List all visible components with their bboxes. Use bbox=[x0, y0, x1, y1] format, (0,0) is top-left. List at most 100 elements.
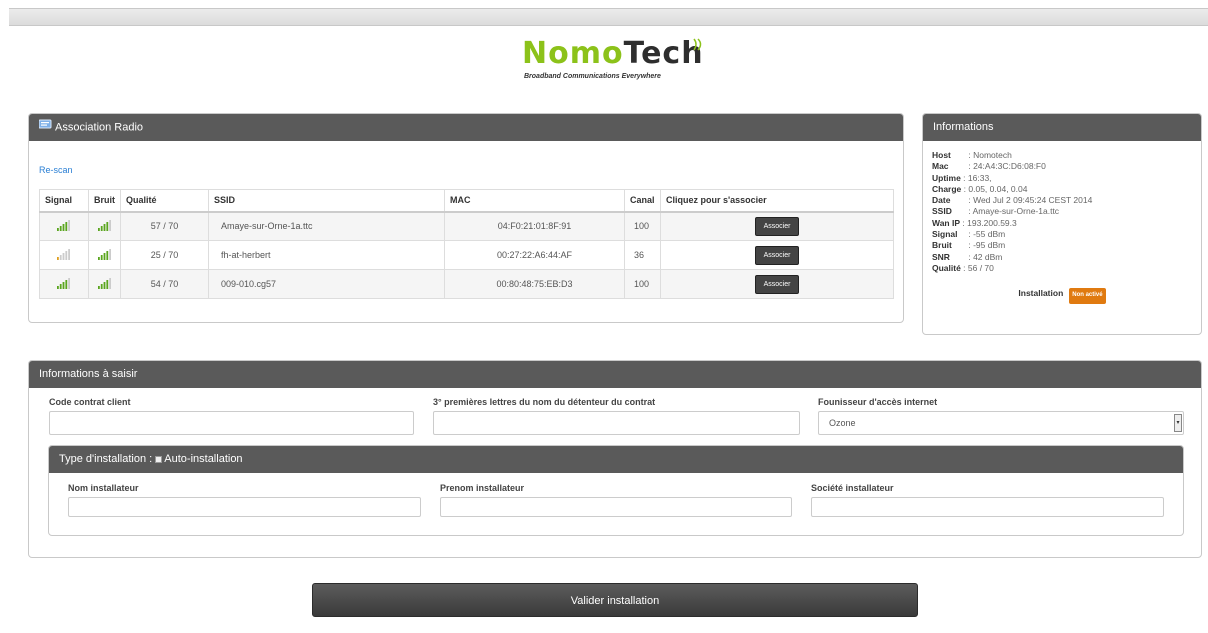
col-associate: Cliquez pour s'associer bbox=[660, 189, 894, 213]
signal-strength-icon bbox=[57, 220, 70, 232]
canal-cell: 36 bbox=[624, 240, 661, 270]
browser-toolbar bbox=[9, 8, 1208, 26]
info-row: Qualité : 56 / 70 bbox=[932, 263, 1192, 274]
wifi-wave-icon bbox=[693, 38, 702, 51]
informations-header: Informations bbox=[923, 114, 1201, 141]
info-key: Bruit bbox=[932, 240, 952, 251]
isp-select[interactable]: Ozone ▾ bbox=[818, 411, 1184, 435]
associate-cell: Associer bbox=[660, 269, 894, 299]
associate-button[interactable]: Associer bbox=[754, 274, 800, 294]
networks-table: Signal Bruit Qualité SSID MAC Canal Cliq… bbox=[39, 189, 894, 299]
signal-cell bbox=[39, 269, 89, 299]
col-qualite: Qualité bbox=[120, 189, 209, 213]
info-row: Date : Wed Jul 2 09:45:24 CEST 2014 bbox=[932, 195, 1192, 206]
ssid-cell: 009-010.cg57 bbox=[208, 269, 445, 299]
installation-status: Installation Non activé bbox=[932, 288, 1192, 304]
info-value: : 0.05, 0.04, 0.04 bbox=[961, 183, 1028, 194]
noise-cell bbox=[88, 211, 121, 241]
quality-cell: 57 / 70 bbox=[120, 211, 209, 241]
associate-button[interactable]: Associer bbox=[754, 245, 800, 265]
noise-level-icon bbox=[97, 220, 111, 232]
info-key: Host bbox=[932, 150, 951, 160]
info-value: : -95 dBm bbox=[966, 240, 1006, 251]
contract-code-label: Code contrat client bbox=[49, 397, 131, 407]
table-header-row: Signal Bruit Qualité SSID MAC Canal Cliq… bbox=[39, 189, 894, 213]
info-row: SSID : Amaye-sur-Orne-1a.ttc bbox=[932, 206, 1192, 217]
installer-company-label: Société installateur bbox=[811, 483, 894, 493]
info-value: : 56 / 70 bbox=[960, 262, 994, 273]
installer-firstname-label: Prenom installateur bbox=[440, 483, 525, 493]
auto-install-label: Auto-installation bbox=[164, 453, 243, 465]
info-key: Date bbox=[932, 195, 951, 206]
install-type-header: Type d'installation : Auto-installation bbox=[49, 446, 1183, 473]
ssid-cell: Amaye-sur-Orne-1a.ttc bbox=[208, 211, 445, 241]
contract-code-input[interactable] bbox=[49, 411, 414, 435]
installer-lastname-label: Nom installateur bbox=[68, 483, 139, 493]
info-row: Charge : 0.05, 0.04, 0.04 bbox=[932, 184, 1192, 195]
info-key: Uptime bbox=[932, 172, 961, 183]
holder-letters-input[interactable] bbox=[433, 411, 800, 435]
col-mac: MAC bbox=[444, 189, 625, 213]
rescan-link[interactable]: Re-scan bbox=[39, 165, 73, 175]
installer-lastname-input[interactable] bbox=[68, 497, 421, 517]
isp-label: Founisseur d'accès internet bbox=[818, 397, 938, 407]
info-value: : Amaye-sur-Orne-1a.ttc bbox=[966, 206, 1060, 217]
info-key: SSID bbox=[932, 206, 952, 217]
ssid-cell: fh-at-herbert bbox=[208, 240, 445, 270]
info-row: Bruit : -95 dBm bbox=[932, 240, 1192, 251]
col-ssid: SSID bbox=[208, 189, 445, 213]
info-value: : 193.200.59.3 bbox=[960, 217, 1017, 228]
logo-tagline: Broadband Communications Everywhere bbox=[524, 73, 661, 80]
associate-cell: Associer bbox=[660, 211, 894, 241]
mac-cell: 00:27:22:A6:44:AF bbox=[444, 240, 625, 270]
form-header: Informations à saisir bbox=[29, 361, 1201, 388]
form-panel: Informations à saisir Code contrat clien… bbox=[28, 360, 1202, 558]
mac-cell: 04:F0:21:01:8F:91 bbox=[444, 211, 625, 241]
info-value: : 42 dBm bbox=[966, 251, 1003, 262]
nomotech-logo: NomoTech Broadband Communications Everyw… bbox=[522, 37, 722, 84]
auto-install-checkbox[interactable] bbox=[155, 455, 163, 463]
network-row: 54 / 70 009-010.cg57 00:80:48:75:EB:D3 100 A… bbox=[39, 269, 894, 299]
informations-list: Host : Nomotech Mac : 24:A4:3C:D6:08:F0 Up… bbox=[923, 141, 1201, 304]
validate-installation-button[interactable]: Valider installation bbox=[312, 583, 918, 617]
associate-button[interactable]: Associer bbox=[754, 216, 800, 236]
association-radio-header: Association Radio bbox=[29, 114, 903, 141]
install-type-label: Type d'installation : bbox=[59, 453, 153, 465]
info-value: : -55 dBm bbox=[966, 229, 1006, 240]
noise-level-icon bbox=[97, 278, 111, 289]
holder-letters-label: 3° premières lettres du nom du détenteur… bbox=[433, 397, 656, 407]
info-key: Mac bbox=[932, 161, 949, 172]
installer-company-input[interactable] bbox=[811, 497, 1164, 517]
info-value: : 16:33, bbox=[960, 172, 992, 183]
mac-cell: 00:80:48:75:EB:D3 bbox=[444, 269, 625, 299]
installer-firstname-input[interactable] bbox=[440, 497, 792, 517]
info-key: Wan IP bbox=[932, 217, 961, 228]
info-row: Uptime : 16:33, bbox=[932, 173, 1192, 184]
select-arrow-icon[interactable]: ▾ bbox=[1174, 414, 1182, 432]
logo-nomo-text: Nomo bbox=[522, 36, 624, 71]
canal-cell: 100 bbox=[624, 269, 661, 299]
canal-cell: 100 bbox=[624, 211, 661, 241]
info-value: : Wed Jul 2 09:45:24 CEST 2014 bbox=[966, 195, 1093, 206]
association-radio-title: Association Radio bbox=[55, 121, 144, 134]
network-row: 57 / 70 Amaye-sur-Orne-1a.ttc 04:F0:21:01:… bbox=[39, 211, 894, 241]
info-row: Wan IP : 193.200.59.3 bbox=[932, 218, 1192, 229]
info-row: Host : Nomotech bbox=[932, 150, 1192, 161]
quality-cell: 54 / 70 bbox=[120, 269, 209, 299]
info-row: Signal : -55 dBm bbox=[932, 229, 1192, 240]
info-key: Qualité bbox=[932, 262, 961, 273]
install-type-panel: Type d'installation : Auto-installation … bbox=[48, 445, 1184, 536]
info-key: SNR bbox=[932, 251, 950, 262]
col-bruit: Bruit bbox=[88, 189, 121, 213]
isp-selected-value: Ozone bbox=[829, 418, 856, 428]
wifi-router-icon bbox=[38, 114, 52, 141]
signal-strength-icon bbox=[57, 249, 70, 260]
signal-cell bbox=[39, 211, 89, 241]
info-value: : Nomotech bbox=[966, 150, 1012, 160]
installation-status-badge: Non activé bbox=[1069, 288, 1106, 304]
info-key: Charge bbox=[932, 183, 962, 194]
noise-cell bbox=[88, 269, 121, 299]
info-row: SNR : 42 dBm bbox=[932, 252, 1192, 263]
informations-panel: Informations Host : Nomotech Mac : 24:A4:… bbox=[922, 113, 1202, 335]
col-canal: Canal bbox=[624, 189, 661, 213]
